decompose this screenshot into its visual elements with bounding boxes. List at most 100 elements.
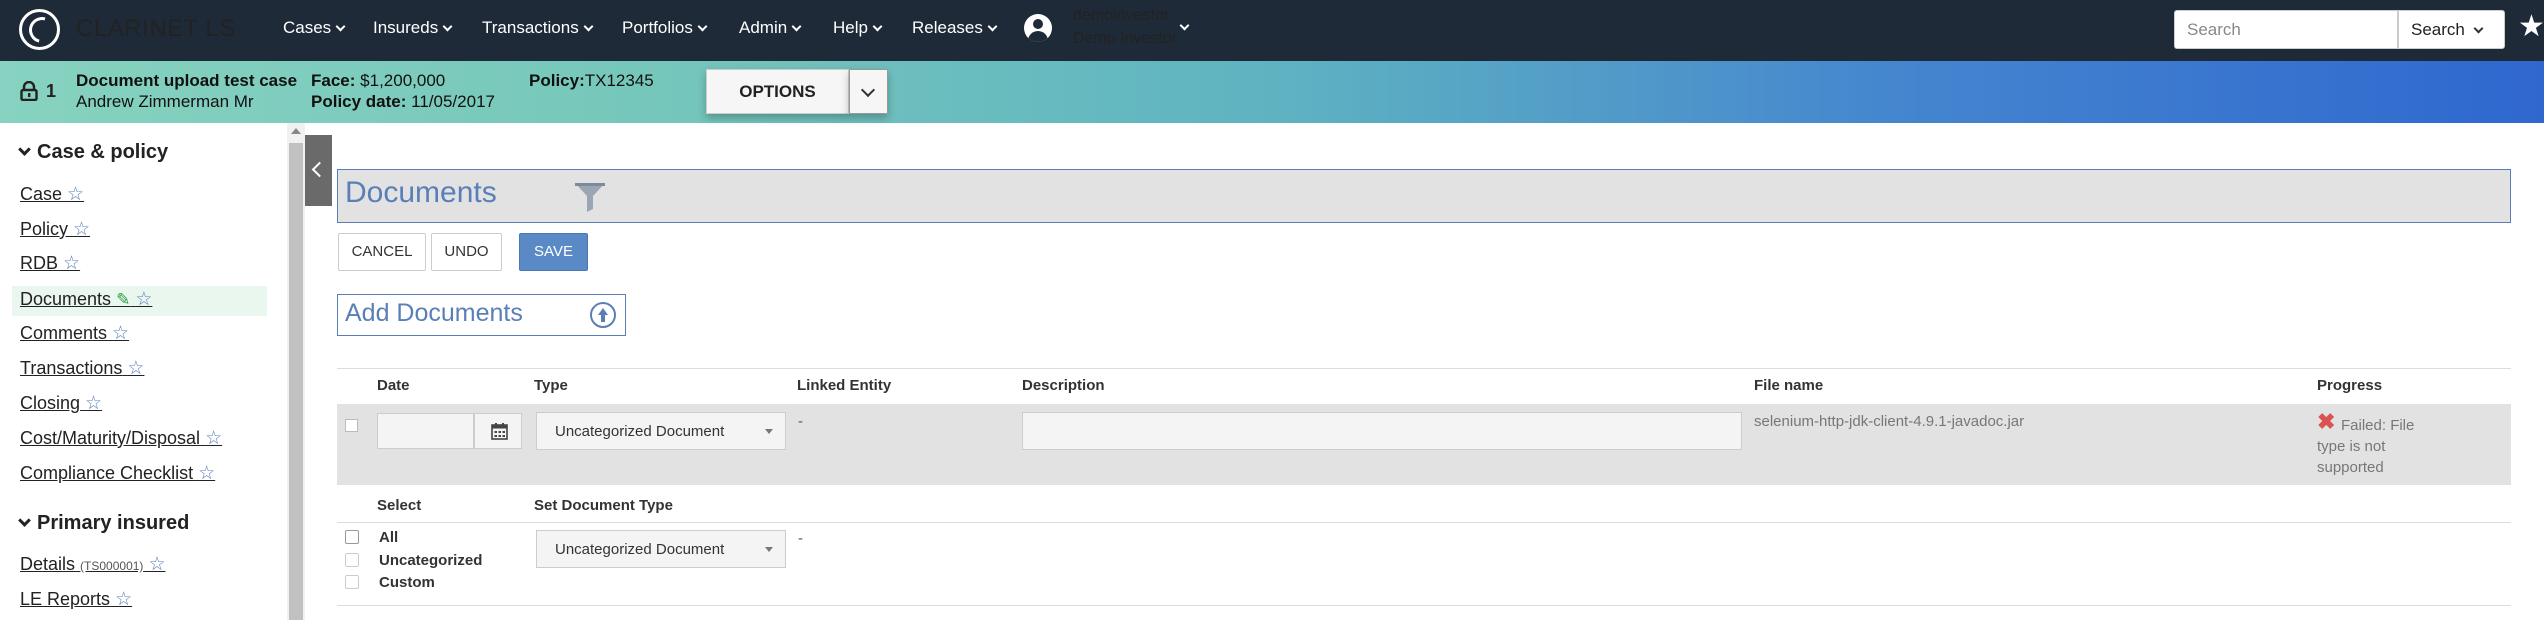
chevron-down-icon (335, 21, 346, 32)
chevron-down-icon (697, 21, 708, 32)
star-icon[interactable]: ☆ (67, 184, 84, 205)
search-button[interactable]: Search (2398, 10, 2505, 49)
sidebar-item-documents[interactable]: Documents ✎ ☆ (20, 288, 152, 311)
scroll-up-arrow-icon[interactable] (291, 128, 301, 134)
sidebar-item-case[interactable]: Case ☆ (20, 183, 84, 206)
page-title: Documents (345, 176, 497, 209)
column-linked-entity: Linked Entity (797, 377, 892, 394)
upload-icon[interactable] (590, 302, 616, 328)
insured-id: (TS000001) (80, 559, 144, 573)
set-document-type-header: Set Document Type (534, 497, 673, 514)
sidebar-item-closing[interactable]: Closing ☆ (20, 392, 102, 415)
nav-insureds[interactable]: Insureds (373, 18, 453, 38)
undo-button[interactable]: UNDO (431, 233, 502, 271)
user-avatar-icon[interactable] (1024, 14, 1052, 42)
chevron-down-icon (18, 143, 31, 156)
section-case-and-policy[interactable]: Case & policy (18, 141, 168, 164)
calendar-button[interactable] (474, 413, 522, 449)
star-icon[interactable]: ☆ (85, 393, 102, 414)
dropdown-arrow-icon (765, 429, 773, 434)
linked-entity-value: - (798, 413, 803, 430)
star-icon[interactable]: ☆ (205, 428, 222, 449)
policy-date: Policy date: 11/05/2017 (311, 92, 495, 111)
sidebar-item-cost-maturity-disposal[interactable]: Cost/Maturity/Disposal ☆ (20, 427, 222, 450)
lock-count: 1 (46, 81, 57, 101)
document-type-select[interactable]: Uncategorized Document (536, 412, 786, 450)
column-description: Description (1022, 377, 1105, 394)
file-name-value: selenium-http-jdk-client-4.9.1-javadoc.j… (1754, 413, 2025, 430)
sidebar-item-transactions[interactable]: Transactions ☆ (20, 357, 144, 380)
clarinet-logo-icon[interactable] (19, 9, 60, 50)
sidebar-item-compliance-checklist[interactable]: Compliance Checklist ☆ (20, 462, 215, 485)
star-icon[interactable]: ☆ (127, 358, 144, 379)
search-input[interactable] (2174, 10, 2398, 49)
column-date: Date (377, 377, 410, 394)
save-button[interactable]: SAVE (519, 233, 588, 271)
divider (337, 605, 2511, 606)
nav-admin[interactable]: Admin (739, 18, 802, 38)
select-uncategorized-label: Uncategorized (379, 552, 483, 569)
select-custom-label: Custom (379, 574, 435, 591)
sidebar-item-details[interactable]: Details (TS000001) ☆ (20, 553, 165, 576)
chevron-down-icon (18, 514, 31, 527)
documents-header (337, 169, 2511, 223)
user-login[interactable]: demoinvestor (1073, 7, 1169, 25)
chevron-down-icon (442, 21, 453, 32)
sidebar-item-comments[interactable]: Comments ☆ (20, 322, 129, 345)
select-header: Select (377, 497, 422, 514)
favorites-star-icon[interactable]: ★ (2518, 12, 2544, 42)
failed-x-icon: ✖ (2317, 409, 2336, 434)
nav-transactions[interactable]: Transactions (482, 18, 594, 38)
select-uncategorized-checkbox[interactable] (345, 553, 359, 567)
collapse-sidebar-button[interactable] (305, 135, 332, 206)
star-icon[interactable]: ☆ (63, 253, 80, 274)
chevron-down-icon (2473, 23, 2484, 34)
chevron-down-icon (583, 21, 594, 32)
documents-table-header (337, 368, 2511, 404)
star-icon[interactable]: ☆ (135, 289, 152, 310)
column-progress: Progress (2317, 377, 2383, 394)
nav-help[interactable]: Help (833, 18, 883, 38)
chevron-down-icon (987, 21, 998, 32)
star-icon[interactable]: ☆ (112, 323, 129, 344)
options-button[interactable]: OPTIONS (706, 69, 849, 114)
set-document-type-select[interactable]: Uncategorized Document (536, 530, 786, 568)
nav-cases[interactable]: Cases (283, 18, 346, 38)
calendar-icon (491, 423, 508, 440)
select-custom-checkbox[interactable] (345, 575, 359, 589)
sidebar-scrollbar-thumb[interactable] (289, 143, 303, 620)
set-type-dash: - (798, 530, 803, 547)
app-title[interactable]: CLARINET LS (76, 15, 236, 43)
section-primary-insured[interactable]: Primary insured (18, 512, 189, 535)
filter-icon[interactable] (573, 181, 607, 213)
add-documents-label: Add Documents (345, 299, 523, 327)
nav-releases[interactable]: Releases (912, 18, 998, 38)
policy-number: Policy:TX12345 (529, 71, 654, 90)
sidebar-item-le-reports[interactable]: LE Reports ☆ (20, 588, 132, 611)
chevron-down-icon (872, 21, 883, 32)
nav-portfolios[interactable]: Portfolios (622, 18, 708, 38)
insured-name: Andrew Zimmerman Mr (76, 92, 254, 111)
star-icon[interactable]: ☆ (148, 554, 165, 575)
dropdown-arrow-icon (765, 547, 773, 552)
cancel-button[interactable]: CANCEL (338, 233, 426, 271)
star-icon[interactable]: ☆ (73, 219, 90, 240)
face-amount: Face: $1,200,000 (311, 71, 446, 90)
case-name: Document upload test case (76, 71, 298, 90)
column-type: Type (534, 377, 568, 394)
lock-icon[interactable] (20, 81, 38, 101)
row-checkbox[interactable] (345, 419, 358, 432)
user-full-name[interactable]: Demo Investor (1073, 30, 1177, 48)
star-icon[interactable]: ☆ (115, 589, 132, 610)
description-input[interactable] (1022, 412, 1742, 450)
select-all-checkbox[interactable] (345, 530, 359, 544)
sidebar-item-rdb[interactable]: RDB ☆ (20, 252, 80, 275)
star-icon[interactable]: ☆ (198, 463, 215, 484)
column-file-name: File name (1754, 377, 1824, 394)
pencil-edit-icon: ✎ (116, 290, 131, 309)
chevron-down-icon (791, 21, 802, 32)
sidebar-item-policy[interactable]: Policy ☆ (20, 218, 90, 241)
options-dropdown-toggle[interactable] (849, 69, 888, 114)
select-all-label: All (379, 529, 399, 546)
date-input[interactable] (377, 413, 474, 449)
